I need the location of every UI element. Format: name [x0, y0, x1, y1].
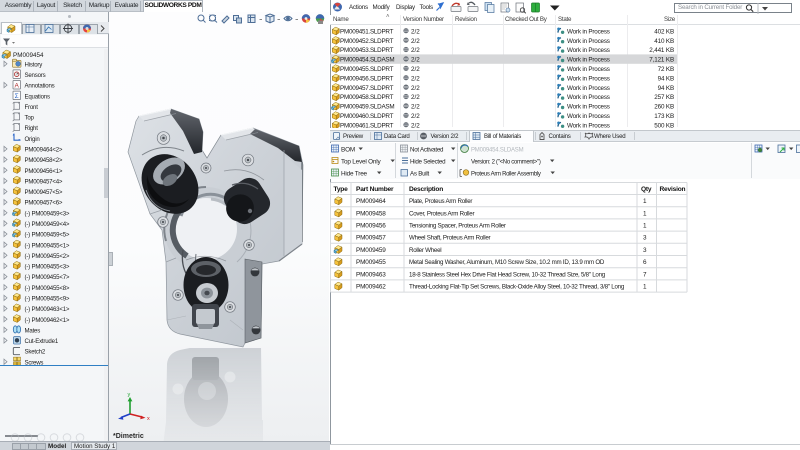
- svg-text:PM009458: PM009458: [356, 210, 386, 217]
- svg-text:Thread-Locking Flat-Tip Set Sc: Thread-Locking Flat-Tip Set Screws, Blac…: [409, 284, 625, 291]
- svg-text:PM009456: PM009456: [356, 223, 386, 230]
- svg-text:Part Number: Part Number: [356, 186, 394, 193]
- svg-text:1: 1: [643, 223, 647, 230]
- svg-text:Type: Type: [334, 186, 349, 193]
- svg-text:Qty: Qty: [641, 186, 652, 193]
- svg-text:PM009463: PM009463: [356, 271, 386, 278]
- svg-text:PM009455: PM009455: [356, 259, 386, 266]
- svg-text:7: 7: [643, 271, 647, 278]
- svg-text:PM009462: PM009462: [356, 284, 386, 291]
- svg-text:Wheel Shaft, Proteus Arm Rolle: Wheel Shaft, Proteus Arm Roller: [409, 235, 491, 242]
- svg-text:x: x: [147, 416, 150, 422]
- svg-text:Metal Sealing Washer, Aluminum: Metal Sealing Washer, Aluminum, M10 Scre…: [409, 259, 605, 266]
- svg-text:PM009464: PM009464: [356, 198, 386, 205]
- svg-text:6: 6: [643, 259, 647, 266]
- svg-text:y: y: [128, 392, 131, 398]
- svg-text:Description: Description: [409, 186, 443, 193]
- svg-text:Plate, Proteus Arm Roller: Plate, Proteus Arm Roller: [409, 198, 472, 205]
- svg-text:3: 3: [643, 235, 647, 242]
- svg-text:Tensioning Spacer, Proteus Arm: Tensioning Spacer, Proteus Arm Roller: [409, 223, 506, 230]
- svg-text:1: 1: [643, 210, 647, 217]
- svg-text:18-8 Stainless Steel Hex Drive: 18-8 Stainless Steel Hex Drive Flat Head…: [409, 271, 606, 278]
- svg-text:PM009459: PM009459: [356, 247, 386, 254]
- svg-text:Cover, Proteus Arm Roller: Cover, Proteus Arm Roller: [409, 210, 474, 217]
- svg-text:Roller Wheel: Roller Wheel: [409, 247, 441, 254]
- svg-text:PM009457: PM009457: [356, 235, 386, 242]
- svg-text:3: 3: [643, 247, 647, 254]
- svg-text:1: 1: [643, 198, 647, 205]
- svg-text:Revision: Revision: [660, 186, 686, 193]
- svg-text:1: 1: [643, 284, 647, 291]
